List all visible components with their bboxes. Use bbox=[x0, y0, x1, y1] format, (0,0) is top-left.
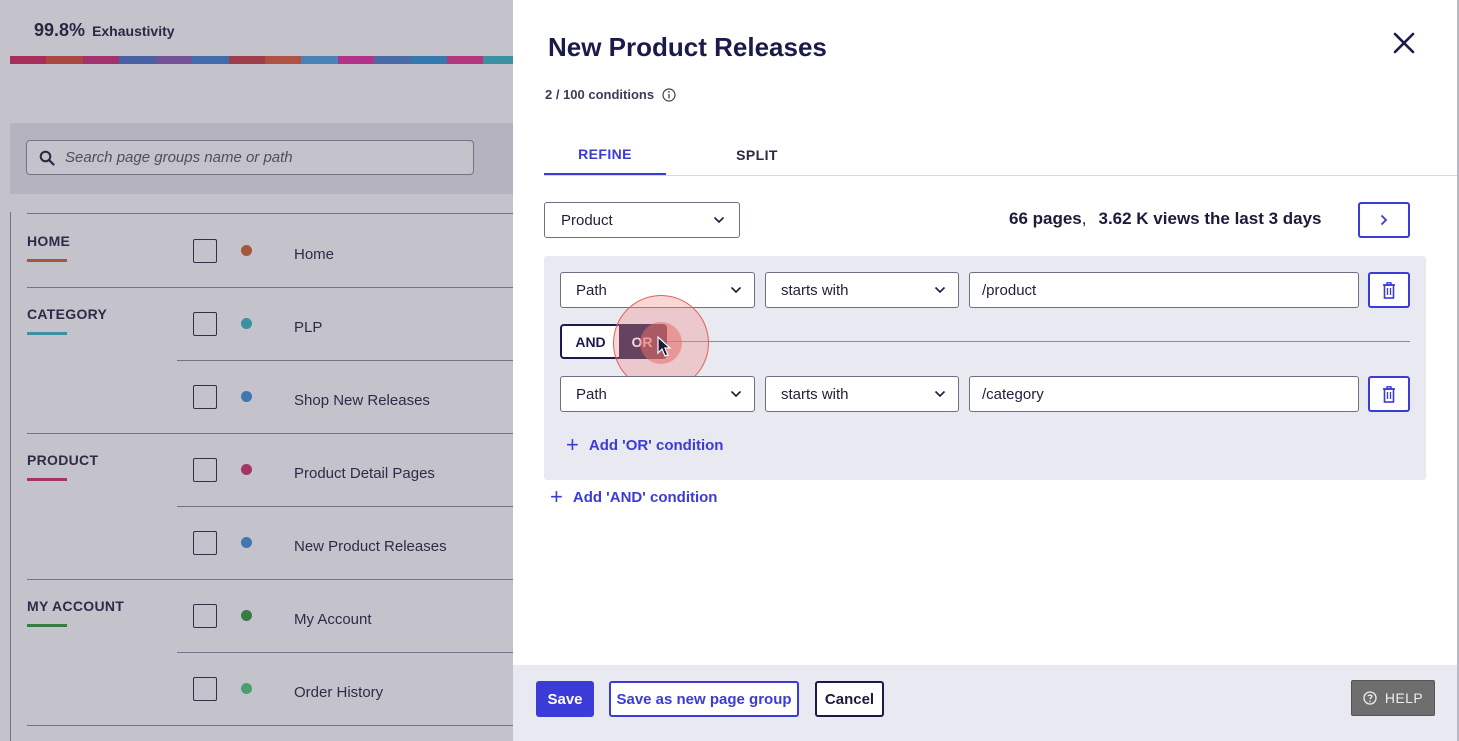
delete-condition-button[interactable] bbox=[1368, 272, 1410, 308]
trash-icon bbox=[1383, 281, 1395, 299]
chevron-down-icon bbox=[730, 286, 742, 294]
condition-field-value: Path bbox=[576, 385, 607, 403]
condition-value-field[interactable] bbox=[969, 376, 1359, 412]
save-as-new-button[interactable]: Save as new page group bbox=[609, 681, 799, 717]
conditions-count: 2 / 100 conditions bbox=[545, 87, 676, 102]
close-icon[interactable] bbox=[1391, 30, 1417, 56]
condition-operator-value: starts with bbox=[781, 281, 849, 299]
chevron-right-icon bbox=[1380, 214, 1388, 226]
edit-page-group-panel: New Product Releases 2 / 100 conditions … bbox=[513, 0, 1459, 741]
panel-title: New Product Releases bbox=[548, 32, 827, 62]
condition-value-input[interactable] bbox=[982, 385, 1346, 403]
help-label: HELP bbox=[1384, 690, 1424, 706]
and-toggle-option[interactable]: AND bbox=[562, 326, 619, 357]
trash-icon bbox=[1383, 385, 1395, 403]
and-or-toggle[interactable]: AND OR bbox=[560, 324, 667, 359]
logic-divider bbox=[667, 341, 1410, 342]
stats-separator: , bbox=[1081, 209, 1087, 228]
condition-field-value: Path bbox=[576, 281, 607, 299]
condition-operator-select[interactable]: starts with bbox=[765, 376, 959, 412]
condition-value-field[interactable] bbox=[969, 272, 1359, 308]
chevron-down-icon bbox=[730, 390, 742, 398]
modal-backdrop[interactable] bbox=[0, 0, 513, 741]
plus-icon: + bbox=[550, 484, 563, 509]
category-select[interactable]: Product bbox=[544, 202, 740, 238]
chevron-down-icon bbox=[934, 390, 946, 398]
chevron-down-icon bbox=[934, 286, 946, 294]
condition-field-select[interactable]: Path bbox=[560, 272, 755, 308]
plus-icon: + bbox=[566, 432, 579, 457]
tab-bar: REFINE SPLIT bbox=[544, 135, 1459, 176]
category-select-value: Product bbox=[561, 211, 613, 229]
chevron-down-icon bbox=[713, 216, 725, 224]
view-pages-button[interactable] bbox=[1358, 202, 1410, 238]
save-button[interactable]: Save bbox=[536, 681, 594, 717]
tab-refine[interactable]: REFINE bbox=[544, 135, 666, 175]
tab-split[interactable]: SPLIT bbox=[696, 135, 818, 175]
help-button[interactable]: HELP bbox=[1351, 680, 1435, 716]
cancel-button[interactable]: Cancel bbox=[815, 681, 884, 717]
info-icon[interactable] bbox=[662, 87, 676, 102]
stats-views: 3.62 K views the last 3 days bbox=[1098, 209, 1322, 228]
add-or-condition-button[interactable]: + Add 'OR' condition bbox=[566, 434, 723, 456]
condition-operator-value: starts with bbox=[781, 385, 849, 403]
condition-field-select[interactable]: Path bbox=[560, 376, 755, 412]
question-circle-icon bbox=[1363, 691, 1377, 705]
or-toggle-option[interactable]: OR bbox=[619, 326, 665, 357]
panel-footer: Save Save as new page group Cancel HELP bbox=[513, 665, 1459, 741]
add-and-condition-label: Add 'AND' condition bbox=[572, 488, 718, 506]
condition-value-input[interactable] bbox=[982, 281, 1346, 299]
add-and-condition-button[interactable]: + Add 'AND' condition bbox=[550, 486, 717, 508]
stats-pages: 66 pages bbox=[1009, 209, 1082, 228]
conditions-count-text: 2 / 100 conditions bbox=[545, 87, 655, 102]
condition-operator-select[interactable]: starts with bbox=[765, 272, 959, 308]
add-or-condition-label: Add 'OR' condition bbox=[588, 436, 724, 454]
delete-condition-button[interactable] bbox=[1368, 376, 1410, 412]
condition-group: Path starts with AND OR bbox=[544, 256, 1426, 480]
page-group-stats: 66 pages, 3.62 K views the last 3 days bbox=[1009, 209, 1322, 229]
